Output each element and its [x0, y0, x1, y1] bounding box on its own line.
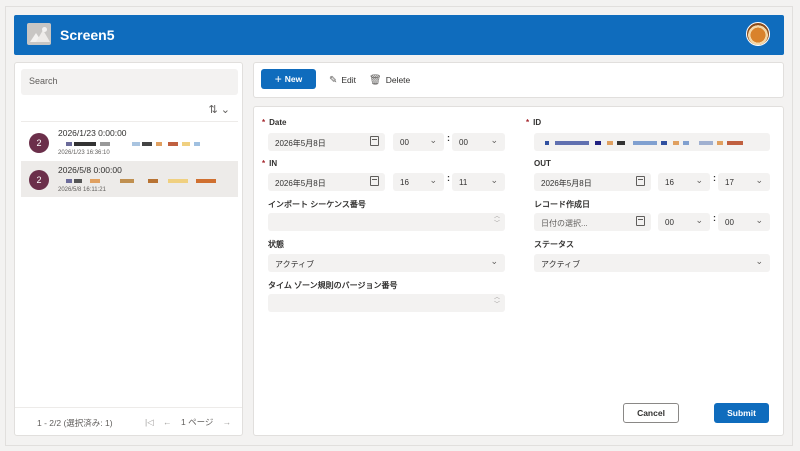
- new-button-label: New: [284, 74, 303, 84]
- chevron-down-icon: ⌄: [490, 175, 498, 185]
- record-list-panel: Search ⇅ ⌄ 2 2026/1/23 0:00:00 2026/1/23…: [14, 62, 243, 436]
- edit-button[interactable]: ✎ Edit: [329, 75, 356, 86]
- trash-icon: 🗑: [369, 75, 382, 86]
- pager-count: 1 - 2/2 (選択済み: 1): [37, 418, 113, 428]
- delete-button-label: Delete: [385, 75, 411, 85]
- out-date-picker[interactable]: 2026年5月8日: [534, 173, 651, 191]
- time-separator: :: [713, 213, 716, 223]
- import-sequence-input[interactable]: ︿ ﹀: [268, 213, 505, 231]
- spinner-icon: ︿ ﹀: [493, 214, 500, 227]
- spinner-icon: ︿ ﹀: [493, 295, 500, 308]
- app-title: Screen5: [60, 27, 115, 43]
- timezone-version-input[interactable]: ︿ ﹀: [268, 294, 505, 312]
- record-created-minute-select[interactable]: 00 ⌄: [718, 213, 770, 231]
- record-created-hour-select[interactable]: 00 ⌄: [658, 213, 710, 231]
- chevron-down-icon: ⌄: [490, 135, 498, 145]
- page-indicator: 1 ページ: [181, 417, 214, 427]
- chevron-down-icon: ⌄: [490, 256, 498, 266]
- calendar-icon: [636, 176, 645, 186]
- avatar: 2: [29, 170, 49, 190]
- record-created-label: レコード作成日: [534, 200, 590, 209]
- redacted-text: [58, 177, 218, 187]
- list-item[interactable]: 2 2026/1/23 0:00:00 2026/1/23 16:36:10: [21, 124, 238, 160]
- chevron-down-icon: ⌄: [755, 256, 763, 266]
- status-select[interactable]: アクティブ ⌄: [534, 254, 770, 272]
- pager-nav: |◁ ← 1 ページ →: [145, 416, 238, 428]
- pencil-icon: ✎: [329, 75, 338, 86]
- redacted-text: [58, 140, 218, 150]
- command-bar: + New ✎ Edit 🗑 Delete: [253, 62, 784, 98]
- date-picker[interactable]: 2026年5月8日: [268, 133, 385, 151]
- record-created-date-picker[interactable]: 日付の選択...: [534, 213, 651, 231]
- time-separator: :: [713, 173, 716, 183]
- timezone-version-label: タイム ゾーン規則のバージョン番号: [268, 281, 398, 290]
- state-label: 状態: [268, 240, 284, 249]
- calendar-icon: [370, 176, 379, 186]
- delete-button[interactable]: 🗑 Delete: [369, 75, 410, 86]
- time-separator: :: [447, 173, 450, 183]
- app-logo-icon: [27, 23, 51, 45]
- list-item-title: 2026/5/8 0:00:00: [58, 165, 122, 175]
- prev-page-icon[interactable]: ←: [163, 417, 172, 427]
- edit-button-label: Edit: [341, 75, 357, 85]
- date-label: * Date: [262, 118, 287, 127]
- list-item-subtitle: 2026/1/23 16:36:10: [58, 150, 110, 156]
- first-page-icon[interactable]: |◁: [145, 417, 154, 427]
- new-button[interactable]: + New: [261, 69, 316, 89]
- list-item-subtitle: 2026/5/8 16:11:21: [58, 187, 106, 193]
- date-minute-select[interactable]: 00 ⌄: [452, 133, 505, 151]
- plus-icon: +: [274, 72, 282, 86]
- chevron-down-icon: ⌄: [429, 135, 437, 145]
- out-hour-select[interactable]: 16 ⌄: [658, 173, 710, 191]
- status-label: ステータス: [534, 240, 574, 249]
- user-avatar[interactable]: [746, 22, 770, 46]
- submit-button[interactable]: Submit: [714, 403, 769, 423]
- in-label: * IN: [262, 159, 278, 168]
- out-minute-select[interactable]: 17 ⌄: [718, 173, 770, 191]
- calendar-icon: [370, 136, 379, 146]
- state-select[interactable]: アクティブ ⌄: [268, 254, 505, 272]
- sort-icon[interactable]: ⇅ ⌄: [209, 103, 231, 116]
- pager: 1 - 2/2 (選択済み: 1) |◁ ← 1 ページ →: [15, 407, 242, 435]
- list-item-title: 2026/1/23 0:00:00: [58, 128, 127, 138]
- chevron-down-icon: ⌄: [755, 215, 763, 225]
- chevron-down-icon: ⌄: [695, 215, 703, 225]
- in-minute-select[interactable]: 11 ⌄: [452, 173, 505, 191]
- divider: [21, 121, 238, 122]
- in-hour-select[interactable]: 16 ⌄: [393, 173, 444, 191]
- list-item[interactable]: 2 2026/5/8 0:00:00 2026/5/8 16:11:21: [21, 161, 238, 197]
- calendar-icon: [636, 216, 645, 226]
- chevron-down-icon: ⌄: [755, 175, 763, 185]
- id-label: * ID: [526, 118, 542, 127]
- search-input[interactable]: Search: [21, 69, 238, 95]
- app-header: Screen5: [14, 15, 784, 55]
- cancel-button[interactable]: Cancel: [623, 403, 679, 423]
- next-page-icon[interactable]: →: [223, 417, 232, 427]
- out-label: OUT: [534, 159, 551, 168]
- redacted-text: [541, 140, 751, 148]
- avatar: 2: [29, 133, 49, 153]
- time-separator: :: [447, 133, 450, 143]
- import-sequence-label: インポート シーケンス番号: [268, 200, 366, 209]
- chevron-down-icon: ⌄: [695, 175, 703, 185]
- record-form: * Date 2026年5月8日 00 ⌄ : 00 ⌄ * ID * IN 2026年5…: [253, 106, 784, 436]
- in-date-picker[interactable]: 2026年5月8日: [268, 173, 385, 191]
- date-hour-select[interactable]: 00 ⌄: [393, 133, 444, 151]
- chevron-down-icon: ⌄: [429, 175, 437, 185]
